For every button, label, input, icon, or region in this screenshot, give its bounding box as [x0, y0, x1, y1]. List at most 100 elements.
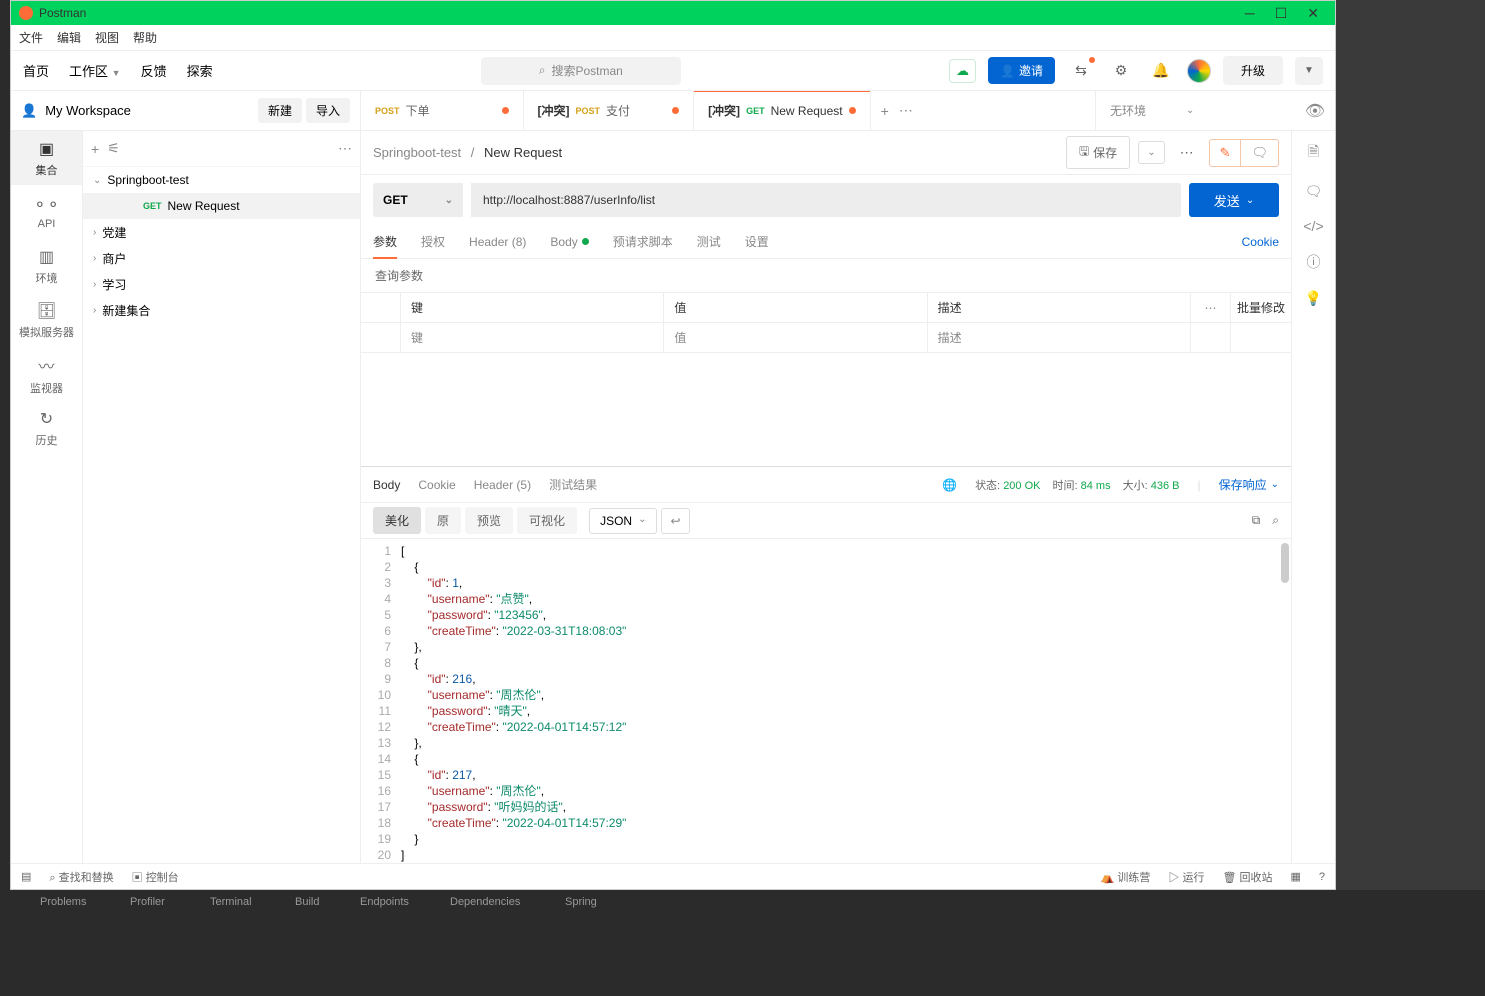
save-response[interactable]: 保存响应 ⌄ — [1219, 476, 1279, 493]
search-input[interactable]: ⌕ 搜索Postman — [481, 57, 681, 85]
resp-tab-header[interactable]: Header (5) — [474, 478, 531, 492]
help-icon[interactable]: ? — [1319, 871, 1325, 883]
save-button[interactable]: 🖫保存 — [1066, 136, 1130, 169]
menu-view[interactable]: 视图 — [95, 29, 119, 46]
avatar[interactable] — [1187, 59, 1211, 83]
desc-input[interactable]: 描述 — [928, 323, 1191, 352]
send-button[interactable]: 发送 ⌄ — [1189, 183, 1279, 217]
cookie-link[interactable]: Cookie — [1242, 235, 1279, 249]
value-input[interactable]: 值 — [664, 323, 927, 352]
eye-icon[interactable]: 👁 — [1295, 91, 1335, 130]
iconbar-monitor[interactable]: 〰监视器 — [11, 347, 82, 401]
cloud-sync-icon[interactable]: ☁ — [949, 59, 976, 83]
tree-folder-1[interactable]: ›商户 — [83, 245, 360, 271]
tab-headers[interactable]: Header (8) — [469, 225, 526, 258]
btn-pretty[interactable]: 美化 — [373, 507, 421, 534]
console[interactable]: ▣ 控制台 — [132, 869, 179, 885]
comment-icon[interactable]: 🗨 — [1305, 183, 1323, 200]
ide-tab-spring[interactable]: Spring — [565, 896, 597, 908]
iconbar-collections[interactable]: ▣集合 — [11, 131, 82, 185]
iconbar-mock[interactable]: 🗄模拟服务器 — [11, 293, 82, 347]
ide-tab-deps[interactable]: Dependencies — [450, 896, 520, 908]
layout-icon[interactable]: ▦ — [1290, 870, 1300, 883]
ide-tab-terminal[interactable]: Terminal — [210, 896, 252, 908]
iconbar-api[interactable]: ⚬⚬API — [11, 185, 82, 239]
bulk-edit[interactable]: 批量修改 — [1231, 293, 1291, 322]
btn-preview[interactable]: 预览 — [465, 507, 513, 534]
import-button[interactable]: 导入 — [306, 98, 350, 123]
method-selector[interactable]: GET ⌄ — [373, 183, 463, 217]
dropdown-button[interactable]: ▼ — [1295, 57, 1323, 85]
trash[interactable]: 🗑 回收站 — [1222, 869, 1272, 885]
tree-folder-2[interactable]: ›学习 — [83, 271, 360, 297]
menu-help[interactable]: 帮助 — [133, 29, 157, 46]
new-button[interactable]: 新建 — [258, 98, 302, 123]
more-icon[interactable]: ⋯ — [1191, 293, 1231, 322]
tab-prereq[interactable]: 预请求脚本 — [613, 225, 673, 258]
doc-icon[interactable]: 🗎 — [1308, 141, 1319, 165]
tab-more-icon[interactable]: ⋯ — [899, 102, 913, 119]
tab-params[interactable]: 参数 — [373, 225, 397, 258]
tab-auth[interactable]: 授权 — [421, 225, 445, 258]
pencil-icon[interactable]: ✎ — [1210, 140, 1241, 166]
panel-icon[interactable]: ▤ — [21, 870, 31, 883]
nav-feedback[interactable]: 反馈 — [141, 61, 167, 80]
comment-icon[interactable]: 🗨 — [1240, 140, 1278, 166]
add-tab-icon[interactable]: + — [881, 103, 889, 119]
tab-1[interactable]: [冲突] POST 支付 — [524, 91, 695, 130]
btn-visual[interactable]: 可视化 — [517, 507, 577, 534]
info-icon[interactable]: ⓘ — [1307, 252, 1321, 272]
tree-request-newrequest[interactable]: GETNew Request — [83, 193, 360, 219]
menu-edit[interactable]: 编辑 — [57, 29, 81, 46]
tab-settings[interactable]: 设置 — [745, 225, 769, 258]
env-selector[interactable]: 无环境 ⌄ — [1095, 91, 1295, 130]
ide-tab-endpoints[interactable]: Endpoints — [360, 896, 409, 908]
find-replace[interactable]: ⌕ 查找和替换 — [49, 869, 113, 885]
tab-body[interactable]: Body — [550, 225, 588, 258]
tree-folder-3[interactable]: ›新建集合 — [83, 297, 360, 323]
search-icon[interactable]: ⌕ — [1272, 513, 1279, 528]
ide-tab-problems[interactable]: Problems — [40, 896, 86, 908]
code-icon[interactable]: </> — [1303, 218, 1323, 234]
format-selector[interactable]: JSON⌄ — [589, 508, 657, 534]
bell-icon[interactable]: 🔔 — [1147, 57, 1175, 85]
minimize-button[interactable]: ─ — [1245, 5, 1255, 22]
tree-folder-0[interactable]: ›党建 — [83, 219, 360, 245]
menu-file[interactable]: 文件 — [19, 29, 43, 46]
more-icon[interactable]: ⋯ — [1173, 139, 1201, 167]
tab-0[interactable]: POST 下单 — [361, 91, 524, 130]
resp-tab-body[interactable]: Body — [373, 478, 400, 492]
ide-tab-profiler[interactable]: Profiler — [130, 896, 165, 908]
workspace-name[interactable]: My Workspace — [45, 103, 131, 118]
upgrade-button[interactable]: 升级 — [1223, 56, 1283, 85]
copy-icon[interactable]: ⧉ — [1252, 513, 1261, 528]
nav-workspace[interactable]: 工作区 ▼ — [69, 61, 121, 80]
nav-home[interactable]: 首页 — [23, 61, 49, 80]
ide-tab-build[interactable]: Build — [295, 896, 319, 908]
key-input[interactable]: 键 — [401, 323, 664, 352]
tab-2[interactable]: [冲突] GET New Request — [694, 91, 871, 130]
link-icon[interactable]: ⇆ — [1067, 57, 1095, 85]
scrollbar-thumb[interactable] — [1281, 543, 1289, 583]
gear-icon[interactable]: ⚙ — [1107, 57, 1135, 85]
tree-folder-springboot[interactable]: ⌄Springboot-test — [83, 167, 360, 193]
btn-raw[interactable]: 原 — [425, 507, 461, 534]
globe-icon[interactable]: 🌐 — [942, 478, 957, 492]
tab-tests[interactable]: 测试 — [697, 225, 721, 258]
response-code[interactable]: 1234567891011121314151617181920 [ { "id"… — [361, 539, 1291, 863]
maximize-button[interactable]: ☐ — [1275, 5, 1288, 22]
iconbar-history[interactable]: ↻历史 — [11, 401, 82, 455]
invite-button[interactable]: 👤 邀请 — [988, 57, 1055, 84]
trainer[interactable]: ⛺ 训练营 — [1101, 869, 1151, 885]
more-icon[interactable]: ⋯ — [338, 140, 352, 157]
add-icon[interactable]: + — [91, 141, 99, 157]
save-dropdown[interactable]: ⌄ — [1138, 141, 1164, 164]
close-button[interactable]: ✕ — [1307, 5, 1319, 22]
resp-tab-cookie[interactable]: Cookie — [418, 478, 455, 492]
wrap-icon[interactable]: ↩ — [661, 508, 689, 534]
url-input[interactable]: http://localhost:8887/userInfo/list — [471, 183, 1181, 217]
nav-explore[interactable]: 探索 — [187, 61, 213, 80]
resp-tab-tests[interactable]: 测试结果 — [549, 476, 597, 493]
iconbar-env[interactable]: ▥环境 — [11, 239, 82, 293]
lightbulb-icon[interactable]: 💡 — [1305, 290, 1322, 307]
